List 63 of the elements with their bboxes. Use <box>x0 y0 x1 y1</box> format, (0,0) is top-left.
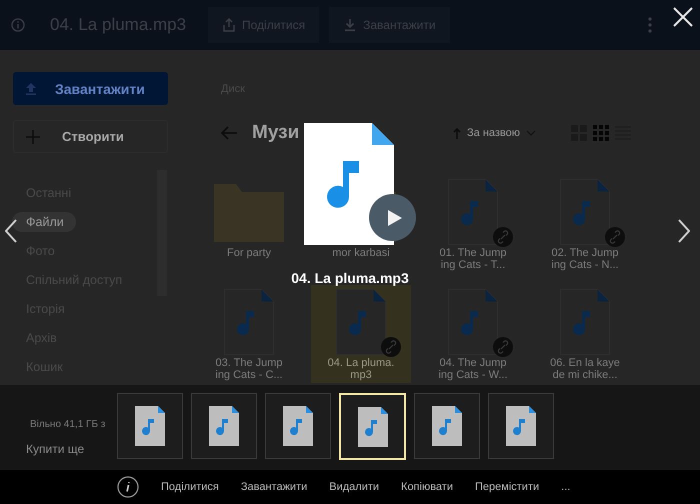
audio-file-icon <box>448 289 498 355</box>
file-name: mp3 <box>350 369 372 381</box>
file-tile[interactable]: 06. En la kaye de mi chike... <box>535 285 635 383</box>
file-tile[interactable]: 02. The Jump ing Cats - N... <box>535 175 635 273</box>
create-button[interactable]: Створити <box>13 120 168 153</box>
storage-text: Вільно 41,1 ГБ з <box>30 419 106 430</box>
file-name: ing Cats - W... <box>438 369 508 381</box>
small-tiles-icon[interactable] <box>593 125 610 141</box>
toolbar-action[interactable]: Видалити <box>329 481 380 493</box>
thumbnail[interactable] <box>414 393 480 459</box>
thumbnail[interactable] <box>191 393 257 459</box>
sort-button[interactable]: За назвою <box>453 127 536 139</box>
audio-file-icon <box>560 179 610 245</box>
file-name: 06. En la kaye <box>550 357 620 369</box>
upload-button[interactable]: Завантажити <box>13 72 168 105</box>
audio-file-icon <box>506 406 536 446</box>
thumbnail[interactable] <box>117 393 183 459</box>
thumbnail[interactable] <box>265 393 331 459</box>
info-icon <box>11 18 25 32</box>
file-name: ing Cats - C... <box>215 369 283 381</box>
upload-icon <box>25 82 37 94</box>
toolbar-action[interactable]: Поділитися <box>161 481 219 493</box>
file-name: For party <box>226 247 271 259</box>
nav-item[interactable]: Файли <box>12 212 76 232</box>
folder-heading: Музи <box>252 122 300 144</box>
audio-file-icon <box>448 179 498 245</box>
file-tile[interactable]: 03. The Jump ing Cats - C... <box>199 285 299 383</box>
file-name: 04. The Jump <box>439 357 507 369</box>
toolbar-action[interactable]: Завантажити <box>240 481 308 493</box>
audio-file-icon <box>336 289 386 355</box>
audio-file-icon <box>135 406 165 446</box>
audio-file-icon <box>209 406 239 446</box>
info-icon[interactable] <box>117 476 139 498</box>
file-name: 03. The Jump <box>215 357 283 369</box>
more-actions[interactable]: ... <box>561 481 570 493</box>
buy-more-link[interactable]: Купити ще <box>26 442 84 456</box>
file-tile[interactable]: 04. The Jump ing Cats - W... <box>423 285 523 383</box>
thumbnail[interactable] <box>488 393 554 459</box>
file-name: de mi chike... <box>552 369 618 381</box>
audio-file-icon <box>560 289 610 355</box>
plus-icon <box>26 130 40 144</box>
file-name: ing Cats - N... <box>551 259 619 271</box>
file-name: mor karbasi <box>332 247 390 259</box>
file-name: 01. The Jump <box>439 247 507 259</box>
file-name: ing Cats - T... <box>440 259 506 271</box>
file-caption: 04. La pluma.mp3 <box>291 270 409 286</box>
up-arrow-icon <box>453 127 461 139</box>
audio-file-icon <box>358 406 388 446</box>
audio-file-icon <box>224 289 274 355</box>
play-button[interactable] <box>369 194 416 241</box>
share-icon <box>222 18 236 32</box>
toolbar-action[interactable]: Копіювати <box>401 481 453 493</box>
close-icon[interactable] <box>673 7 693 27</box>
file-tile[interactable]: For party <box>199 175 299 261</box>
file-tile[interactable]: 01. The Jump ing Cats - T... <box>423 175 523 273</box>
audio-file-icon <box>432 406 462 446</box>
file-name: 04. La pluma. <box>328 357 394 369</box>
toolbar-action[interactable]: Перемістити <box>475 481 540 493</box>
play-icon <box>388 210 402 226</box>
selected-file-tile[interactable]: 04. La pluma. mp3 <box>311 285 411 383</box>
audio-file-icon <box>283 406 313 446</box>
download-icon <box>343 18 358 32</box>
file-name: 02. The Jump <box>551 247 619 259</box>
